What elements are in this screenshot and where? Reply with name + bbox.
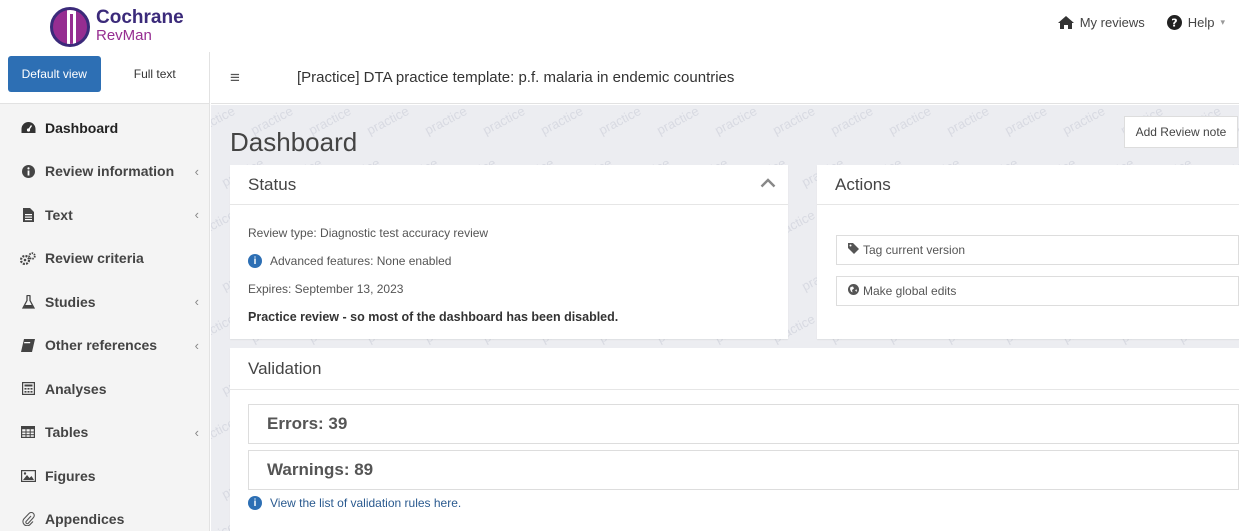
chevron-left-icon: ‹ — [194, 424, 199, 440]
watermark-text: practice — [886, 105, 934, 138]
sidebar-item-studies[interactable]: Studies ‹ — [0, 280, 209, 324]
sidebar-item-tables[interactable]: Tables ‹ — [0, 411, 209, 455]
advanced-features: i Advanced features: None enabled — [248, 247, 770, 275]
sidebar: Default view Full text Dashboard Review … — [0, 52, 210, 531]
paperclip-icon — [20, 512, 36, 527]
sidebar-item-text[interactable]: Text ‹ — [0, 193, 209, 237]
validation-panel-title: Validation — [248, 358, 322, 378]
watermark-text: practice — [1002, 105, 1050, 138]
content-header: ≡ [Practice] DTA practice template: p.f.… — [211, 52, 1239, 104]
sidebar-item-label: Tables — [45, 424, 89, 441]
errors-count: Errors: 39 — [267, 414, 348, 433]
watermark-text: practice — [770, 105, 818, 138]
sidebar-item-analyses[interactable]: Analyses — [0, 367, 209, 411]
cochrane-revman-logo[interactable]: Cochrane RevMan — [50, 6, 184, 48]
sidebar-item-label: Review information — [45, 163, 175, 180]
info-icon: i — [248, 254, 262, 268]
sidebar-item-other-references[interactable]: Other references ‹ — [0, 324, 209, 368]
help-label: Help — [1187, 15, 1215, 30]
watermark-text: practice — [1060, 105, 1108, 138]
book-icon — [20, 338, 36, 352]
info-icon — [20, 164, 36, 178]
sidebar-item-label: Figures — [45, 467, 96, 484]
my-reviews-label: My reviews — [1079, 15, 1145, 30]
sidebar-item-appendices[interactable]: Appendices — [0, 498, 209, 531]
chevron-left-icon: ‹ — [194, 294, 199, 309]
globe-icon — [848, 284, 859, 298]
actions-panel-title: Actions — [835, 174, 891, 194]
add-review-note-button[interactable]: Add Review note — [1124, 116, 1238, 148]
errors-summary[interactable]: Errors: 39 — [248, 404, 1239, 444]
sidebar-item-label: Appendices — [45, 511, 125, 528]
status-panel-title: Status — [248, 174, 297, 194]
sidebar-item-review-information[interactable]: Review information ‹ — [0, 150, 209, 194]
tag-current-version-label: Tag current version — [863, 243, 966, 257]
validation-panel: Validation Errors: 39 Warnings: 89 i Vie… — [230, 348, 1239, 531]
make-global-edits-button[interactable]: Make global edits — [836, 276, 1239, 306]
watermark-text: practice — [654, 105, 702, 138]
watermark-text: practice — [712, 105, 760, 138]
dashboard-main: practice practice practice practice practice… — [211, 105, 1239, 531]
practice-note: Practice review - so most of the dashboa… — [248, 310, 619, 324]
sidebar-item-dashboard[interactable]: Dashboard — [0, 106, 209, 150]
sidebar-item-label: Analyses — [45, 380, 107, 397]
sidebar-item-label: Text — [45, 206, 73, 223]
chevron-left-icon: ‹ — [194, 337, 199, 353]
chevron-left-icon: ‹ — [194, 207, 199, 222]
validation-rules-link-text: View the list of validation rules here. — [270, 496, 462, 510]
tag-icon — [848, 243, 859, 257]
my-reviews-link[interactable]: My reviews — [1057, 15, 1145, 30]
actions-panel: Actions Tag current version Make global … — [817, 165, 1239, 339]
validation-rules-link[interactable]: i View the list of validation rules here… — [248, 496, 461, 510]
sidebar-item-label: Other references — [45, 337, 158, 354]
file-icon — [20, 207, 36, 222]
review-type: Review type: Diagnostic test accuracy re… — [248, 226, 489, 240]
home-icon — [1057, 16, 1074, 29]
question-circle-icon: ? — [1166, 15, 1182, 30]
view-tabs: Default view Full text — [0, 52, 209, 104]
default-view-tab[interactable]: Default view — [8, 56, 101, 92]
chevron-left-icon: ‹ — [194, 163, 199, 179]
page-title: Dashboard — [230, 127, 358, 157]
watermark-text: practice — [422, 105, 470, 138]
sidebar-item-figures[interactable]: Figures — [0, 454, 209, 498]
full-text-tab[interactable]: Full text — [109, 56, 202, 92]
flask-icon — [20, 294, 36, 309]
warnings-summary[interactable]: Warnings: 89 — [248, 450, 1239, 490]
watermark-text: practice — [538, 105, 586, 138]
dashboard-icon — [20, 121, 36, 135]
warnings-count: Warnings: 89 — [267, 460, 374, 479]
brand-name: Cochrane — [96, 7, 184, 28]
chevron-up-icon[interactable] — [760, 175, 776, 193]
status-panel: Status Review type: Diagnostic test accu… — [230, 165, 788, 339]
sidebar-item-review-criteria[interactable]: Review criteria — [0, 237, 209, 281]
sidebar-item-label: Studies — [45, 293, 96, 310]
image-icon — [20, 469, 36, 483]
make-global-edits-label: Make global edits — [863, 284, 957, 298]
caret-down-icon: ▾ — [1220, 17, 1225, 27]
expiry-date: Expires: September 13, 2023 — [248, 282, 404, 296]
cochrane-logo-icon — [50, 7, 90, 47]
watermark-text: practice — [364, 105, 412, 138]
watermark-text: practice — [480, 105, 528, 138]
sidebar-item-label: Dashboard — [45, 119, 119, 136]
gears-icon — [20, 251, 36, 265]
review-title: [Practice] DTA practice template: p.f. m… — [297, 69, 735, 86]
info-icon: i — [248, 496, 262, 510]
watermark-text: practice — [944, 105, 992, 138]
calculator-icon — [20, 382, 36, 396]
table-icon — [20, 425, 36, 439]
top-bar: Cochrane RevMan My reviews ? Help ▾ — [0, 0, 1239, 52]
tag-current-version-button[interactable]: Tag current version — [836, 235, 1239, 265]
hamburger-menu-icon[interactable]: ≡ — [211, 68, 259, 88]
help-menu[interactable]: ? Help ▾ — [1166, 15, 1225, 30]
svg-text:?: ? — [1171, 17, 1177, 30]
advanced-features-text: Advanced features: None enabled — [270, 254, 452, 268]
watermark-text: practice — [596, 105, 644, 138]
sidebar-item-label: Review criteria — [45, 250, 144, 267]
watermark-text: practice — [828, 105, 876, 138]
product-name: RevMan — [96, 27, 152, 44]
